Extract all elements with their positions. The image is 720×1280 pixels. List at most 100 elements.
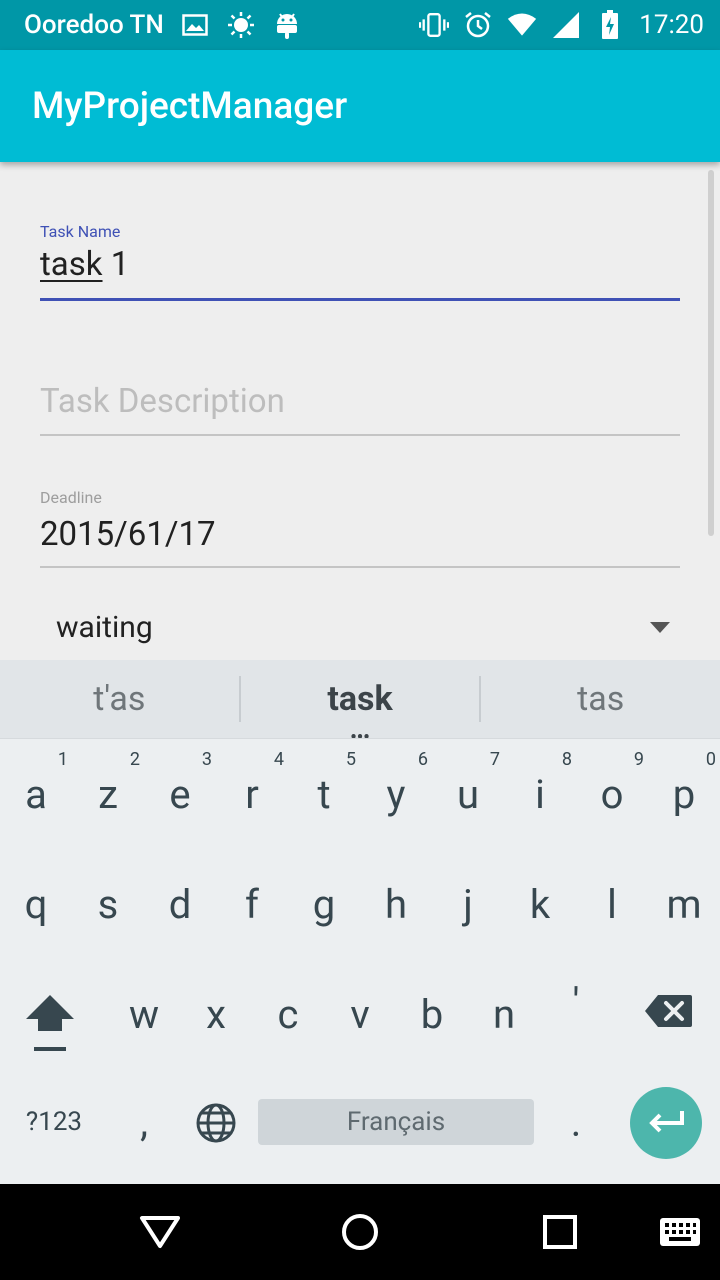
home-circle-icon — [342, 1214, 378, 1250]
status-selected: waiting — [56, 609, 153, 645]
key-hint: 6 — [417, 749, 428, 770]
key-p[interactable]: 0p — [648, 749, 720, 818]
shift-key[interactable] — [22, 991, 78, 1055]
carrier-name: Ooredoo TN — [24, 10, 164, 40]
status-spinner[interactable]: waiting — [56, 607, 676, 647]
dropdown-arrow-icon — [650, 621, 670, 633]
key-hint: 9 — [633, 749, 644, 770]
task-name-field[interactable]: Task Name task 1 — [40, 222, 680, 304]
key-c[interactable]: c — [252, 991, 324, 1038]
keyboard-switch-button[interactable] — [656, 1208, 704, 1256]
key-m[interactable]: m — [648, 881, 720, 928]
key-label: y — [386, 771, 406, 818]
suggestion-right[interactable]: tas — [481, 679, 720, 719]
status-bar: Ooredoo TN 17:20 — [0, 0, 720, 50]
deadline-field[interactable]: Deadline 2015/61/17 — [40, 488, 680, 570]
back-button[interactable] — [136, 1208, 184, 1256]
key-h[interactable]: h — [360, 881, 432, 928]
key-a[interactable]: 1a — [0, 749, 72, 818]
soft-keyboard: 1a 2z 3e 4r 5t 6y 7u 8i 9o 0p q s d f g … — [0, 738, 720, 1184]
spacebar-key[interactable]: Français — [258, 1099, 534, 1145]
key-period[interactable]: . — [540, 1099, 612, 1146]
key-o[interactable]: 9o — [576, 749, 648, 818]
key-n[interactable]: n — [468, 991, 540, 1038]
android-icon — [272, 10, 302, 40]
task-name-composing-word: task — [40, 245, 103, 284]
symbols-key[interactable]: ?123 — [12, 1107, 96, 1137]
key-hint: 2 — [129, 749, 140, 770]
suggestion-center-label: task — [327, 679, 393, 719]
status-time: 17:20 — [639, 10, 704, 40]
key-label: u — [456, 771, 480, 818]
recents-square-icon — [543, 1215, 577, 1249]
key-apostrophe[interactable]: ' — [540, 979, 612, 1026]
alarm-icon — [463, 10, 493, 40]
key-x[interactable]: x — [180, 991, 252, 1038]
key-q[interactable]: q — [0, 881, 72, 928]
key-i[interactable]: 8i — [504, 749, 576, 818]
keyboard-icon — [660, 1218, 700, 1246]
key-label: r — [245, 771, 259, 818]
key-t[interactable]: 5t — [288, 749, 360, 818]
key-hint: 3 — [201, 749, 212, 770]
key-z[interactable]: 2z — [72, 749, 144, 818]
key-f[interactable]: f — [216, 881, 288, 928]
key-hint: 0 — [705, 749, 716, 770]
key-label: e — [169, 771, 191, 818]
task-name-input[interactable]: task 1 — [40, 245, 680, 284]
shift-icon — [26, 995, 74, 1051]
globe-icon — [196, 1103, 236, 1143]
task-form: Task Name task 1 Task Description Deadli… — [0, 162, 720, 660]
task-description-placeholder: Task Description — [40, 382, 285, 421]
suggestion-left[interactable]: t'as — [0, 679, 239, 719]
key-y[interactable]: 6y — [360, 749, 432, 818]
navigation-bar — [0, 1184, 720, 1280]
recents-button[interactable] — [536, 1208, 584, 1256]
key-label: i — [535, 771, 545, 818]
backspace-icon — [645, 995, 692, 1027]
home-button[interactable] — [336, 1208, 384, 1256]
task-name-rest: 1 — [102, 245, 130, 284]
key-l[interactable]: l — [576, 881, 648, 928]
deadline-input[interactable]: 2015/61/17 — [40, 515, 680, 554]
key-hint: 4 — [273, 749, 284, 770]
key-hint: 1 — [57, 749, 68, 770]
key-d[interactable]: d — [144, 881, 216, 928]
enter-key[interactable] — [630, 1087, 702, 1159]
suggestion-center[interactable]: task••• — [241, 679, 480, 747]
signal-icon — [551, 10, 581, 40]
key-g[interactable]: g — [288, 881, 360, 928]
back-triangle-icon — [140, 1216, 180, 1248]
spacebar-label: Français — [346, 1107, 446, 1137]
key-w[interactable]: w — [108, 991, 180, 1038]
key-b[interactable]: b — [396, 991, 468, 1038]
task-name-underline — [40, 298, 680, 301]
key-v[interactable]: v — [324, 991, 396, 1038]
suggestion-strip: t'as task••• tas — [0, 660, 720, 747]
key-label: z — [98, 771, 118, 818]
backspace-key[interactable] — [644, 993, 694, 1029]
image-icon — [180, 10, 210, 40]
key-s[interactable]: s — [72, 881, 144, 928]
vibrate-icon — [419, 10, 450, 40]
enter-icon — [649, 1111, 684, 1133]
key-label: a — [25, 771, 47, 818]
app-title: MyProjectManager — [32, 84, 348, 128]
deadline-underline — [40, 566, 680, 568]
key-e[interactable]: 3e — [144, 749, 216, 818]
language-key[interactable] — [194, 1101, 238, 1145]
key-hint: 5 — [345, 749, 356, 770]
task-description-field[interactable]: Task Description — [40, 382, 680, 438]
key-label: p — [672, 771, 696, 818]
key-label: t — [317, 771, 331, 818]
scrollbar[interactable] — [708, 170, 714, 536]
key-hint: 7 — [489, 749, 500, 770]
key-r[interactable]: 4r — [216, 749, 288, 818]
key-comma[interactable]: , — [108, 1099, 180, 1146]
key-k[interactable]: k — [504, 881, 576, 928]
key-j[interactable]: j — [432, 881, 504, 928]
key-u[interactable]: 7u — [432, 749, 504, 818]
key-label: o — [600, 771, 624, 818]
battery-charging-icon — [595, 10, 625, 40]
key-hint: 8 — [561, 749, 572, 770]
